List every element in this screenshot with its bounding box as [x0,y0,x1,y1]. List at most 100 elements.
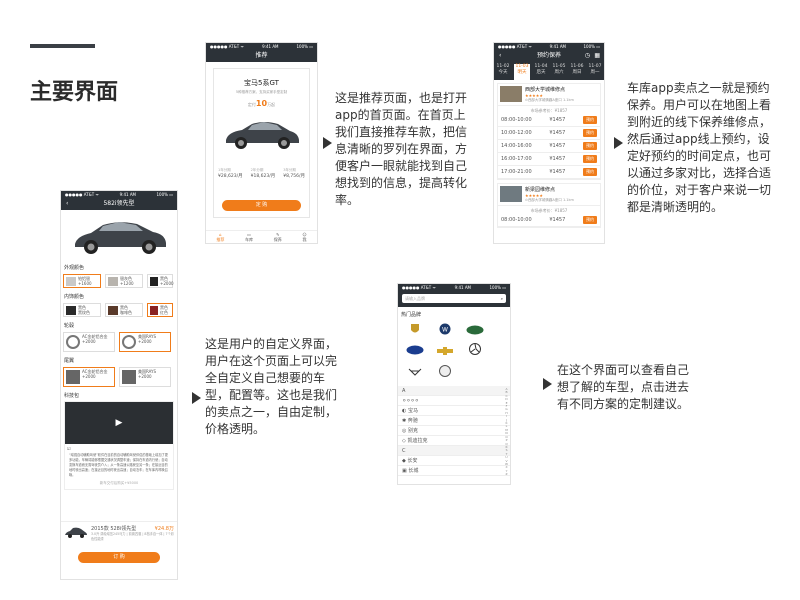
tab-me[interactable]: ☺ 我 [302,232,306,243]
car-subtitle: 5种推荐方案，支持买家手型定制 [235,90,288,94]
spoiler-thumb [66,370,80,384]
time-slot: 08:00-10:00 ¥1457 预约 [498,114,600,127]
brand-list: A ⚪⚪⚪⚪ ◐ 宝马 ✱ 奔驰 ◎ 别克 ◇ 凯迪拉克 C ◆ 长安 ▣ 长城… [398,386,510,476]
hot-brands-grid: W [398,320,510,382]
search-input[interactable]: 请输入品牌 ⌕ [402,294,506,303]
section-exterior: 外观颜色 [64,265,85,271]
interior-option[interactable]: 黑色 黑纹色 [63,303,101,317]
time-slot: 08:00-10:00 ¥1457 预约 [498,214,600,227]
brand-logo-maserati-icon[interactable] [404,367,426,379]
status-bar: ●●●●● AT&T ᯤ 9:41 AM 100% ▭ [61,191,177,198]
time-slot: 14:00-16:00 ¥1457 预约 [498,140,600,153]
installment-2yr: 2年分期 ¥18,623/月 [250,168,276,179]
section-interior: 内饰颜色 [64,294,85,300]
brand-logo-mercedes-icon[interactable] [464,343,486,355]
brands-description: 在这个界面可以查看自己想了解的车型，点击进去有不同方案的定制建议。 [557,363,690,411]
brand-row-buick[interactable]: ◎ 别克 [398,426,510,436]
summary-bar: 2015款 528i领先型 ¥24.8万 3.0升 涡轮增压245马力 | 前置四… [61,521,177,579]
shop-card: 新梁园维修点 ★★★★★ ⊙西部大学城情趣A座口 1.1km 市场参考价：¥18… [497,183,601,228]
tab-garage[interactable]: ▭ 车库 [245,232,253,243]
order-button[interactable]: 订 购 [78,552,160,563]
shop-photo [500,86,522,102]
wheel-option[interactable]: AC金轮铝合金 +2000 [63,332,115,352]
cadillac-logo-icon: ◇ [402,438,406,444]
alphabet-index[interactable]: ABCDEFGHIJKLMNOPQRSTUVWXYZ [505,387,508,477]
car-price: 定付10万起 [247,99,276,108]
brand-row-cadillac[interactable]: ◇ 凯迪拉克 [398,436,510,446]
date-tab[interactable]: 11-04 后天 [534,64,547,80]
brands-screen: ●●●●● AT&T ᯤ 9:41 AM 100% ▭ 请输入品牌 ⌕ 热门品牌 W … [397,283,511,485]
book-button[interactable]: 预约 [583,155,597,163]
checkbox-icon[interactable]: ☑ [67,446,71,451]
tech-card: ▶ ☑ “增强自动辅助驾驶”软件在目前的自动辅助驾驶伴侣的基础上增加了更多功能，… [64,401,174,490]
audi-logo-icon: ⚪⚪⚪⚪ [402,398,419,404]
greatwall-logo-icon: ▣ [402,468,407,474]
play-icon: ▶ [115,418,123,428]
brand-logo-landrover-icon[interactable] [464,325,486,337]
date-tab[interactable]: 11-03 明天 [514,64,530,80]
maintenance-screen: ●●●●● AT&T ᯤ 9:41 AM 100% ▭ ‹ 预约保养 ◷ ▦ 11-02 今… [493,42,605,244]
share-icon[interactable]: ◷ [585,50,590,62]
wheel-option[interactable]: 美国RAYS +2000 [119,332,171,352]
book-button[interactable]: 预约 [583,129,597,137]
brand-row-audi[interactable]: ⚪⚪⚪⚪ [398,396,510,406]
tab-maintenance[interactable]: ✎ 保养 [274,232,282,243]
date-tab[interactable]: 11-05 周六 [552,64,565,80]
title-accent-bar [30,44,95,48]
list-header: C [398,446,510,456]
date-tab[interactable]: 11-07 周一 [588,64,601,80]
brand-row-changan[interactable]: ◆ 长安 [398,456,510,466]
more-icon[interactable]: ▦ [594,50,600,62]
exterior-option[interactable]: 铂铝银 +1600 [63,274,101,288]
spoiler-option[interactable]: 美国RAYS +2000 [119,367,171,387]
book-button[interactable]: 预约 [583,216,597,224]
brand-logo-porsche-icon[interactable] [404,323,426,335]
customize-description: 这是用户的自定义界面，用户在这个页面上可以完全自定义自己想要的车型，配置等。这也… [205,337,338,436]
brand-logo-ford-icon[interactable] [404,345,426,357]
bmw-logo-icon: ◐ [402,408,407,414]
book-button[interactable]: 预约 [583,142,597,150]
brand-row-bmw[interactable]: ◐ 宝马 [398,406,510,416]
shop-card: 西部大学城维修点 ★★★★★ ⊙西部大学城情趣A座口 1.1km 市场参考价：¥… [497,83,601,180]
book-button[interactable]: 预约 [583,168,597,176]
page-heading: 主要界面 [30,80,119,105]
tab-recommend[interactable]: ⌂ 推荐 [216,232,224,243]
exterior-option[interactable]: 银灰色 +1200 [105,274,143,288]
recommend-description: 这是推荐页面，也是打开app的首页面。在首页上我们直接推荐车款，把信息清晰的罗列… [335,91,468,207]
interior-option[interactable]: 黑色 红色 [147,303,173,317]
spoiler-option[interactable]: AC金轮铝合金 +2000 [63,367,115,387]
back-icon[interactable]: ‹ [66,198,68,210]
brand-logo-volkswagen-icon[interactable]: W [434,323,456,335]
hot-brands-title: 热门品牌 [401,312,422,318]
tech-text: “增强自动辅助驾驶”软件在目前的自动辅助驾驶伴侣的基础上增加了更多功能，车辆将能… [69,453,168,477]
section-spoiler: 尾翼 [64,358,75,364]
tech-video[interactable]: ▶ [65,402,173,444]
book-button[interactable]: 预约 [583,116,597,124]
exterior-option[interactable]: 黑色 +2000 [147,274,174,288]
order-button[interactable]: 定 购 [222,200,301,211]
color-swatch [150,306,158,315]
arrow-icon [543,378,552,390]
brand-row-benz[interactable]: ✱ 奔驰 [398,416,510,426]
changan-logo-icon: ◆ [402,458,406,464]
brand-logo-buick-icon[interactable] [434,365,456,377]
back-icon[interactable]: ‹ [499,50,501,62]
svg-text:W: W [442,327,448,334]
brand-logo-chevrolet-icon[interactable] [434,347,456,359]
wheel-icon [122,335,136,349]
maintenance-description: 车库app卖点之一就是预约保养。用户可以在地图上看到附近的线下保养维修点，然后通… [627,81,772,214]
shop-name: 西部大学城维修点 [525,87,566,93]
car-image [75,222,166,254]
interior-option[interactable]: 黑色 咖啡色 [105,303,143,317]
search-bar: 请输入品牌 ⌕ [398,291,510,307]
color-swatch [108,277,118,286]
date-tab[interactable]: 11-06 周日 [570,64,583,80]
brand-row-greatwall[interactable]: ▣ 长城 [398,466,510,476]
customize-screen: ●●●●● AT&T ᯤ 9:41 AM 100% ▭ ‹ 582i领先型 外观颜色 … [60,190,178,580]
alphabet-letter[interactable]: Z [505,472,508,476]
nav-bar: ‹ 预约保养 ◷ ▦ [494,50,604,62]
status-bar: ●●●●● AT&T ᯤ 9:41 AM 100% ▭ [494,43,604,50]
nav-bar: ‹ 582i领先型 [61,198,177,210]
list-header: A [398,386,510,396]
date-tab[interactable]: 11-02 今天 [496,64,509,80]
